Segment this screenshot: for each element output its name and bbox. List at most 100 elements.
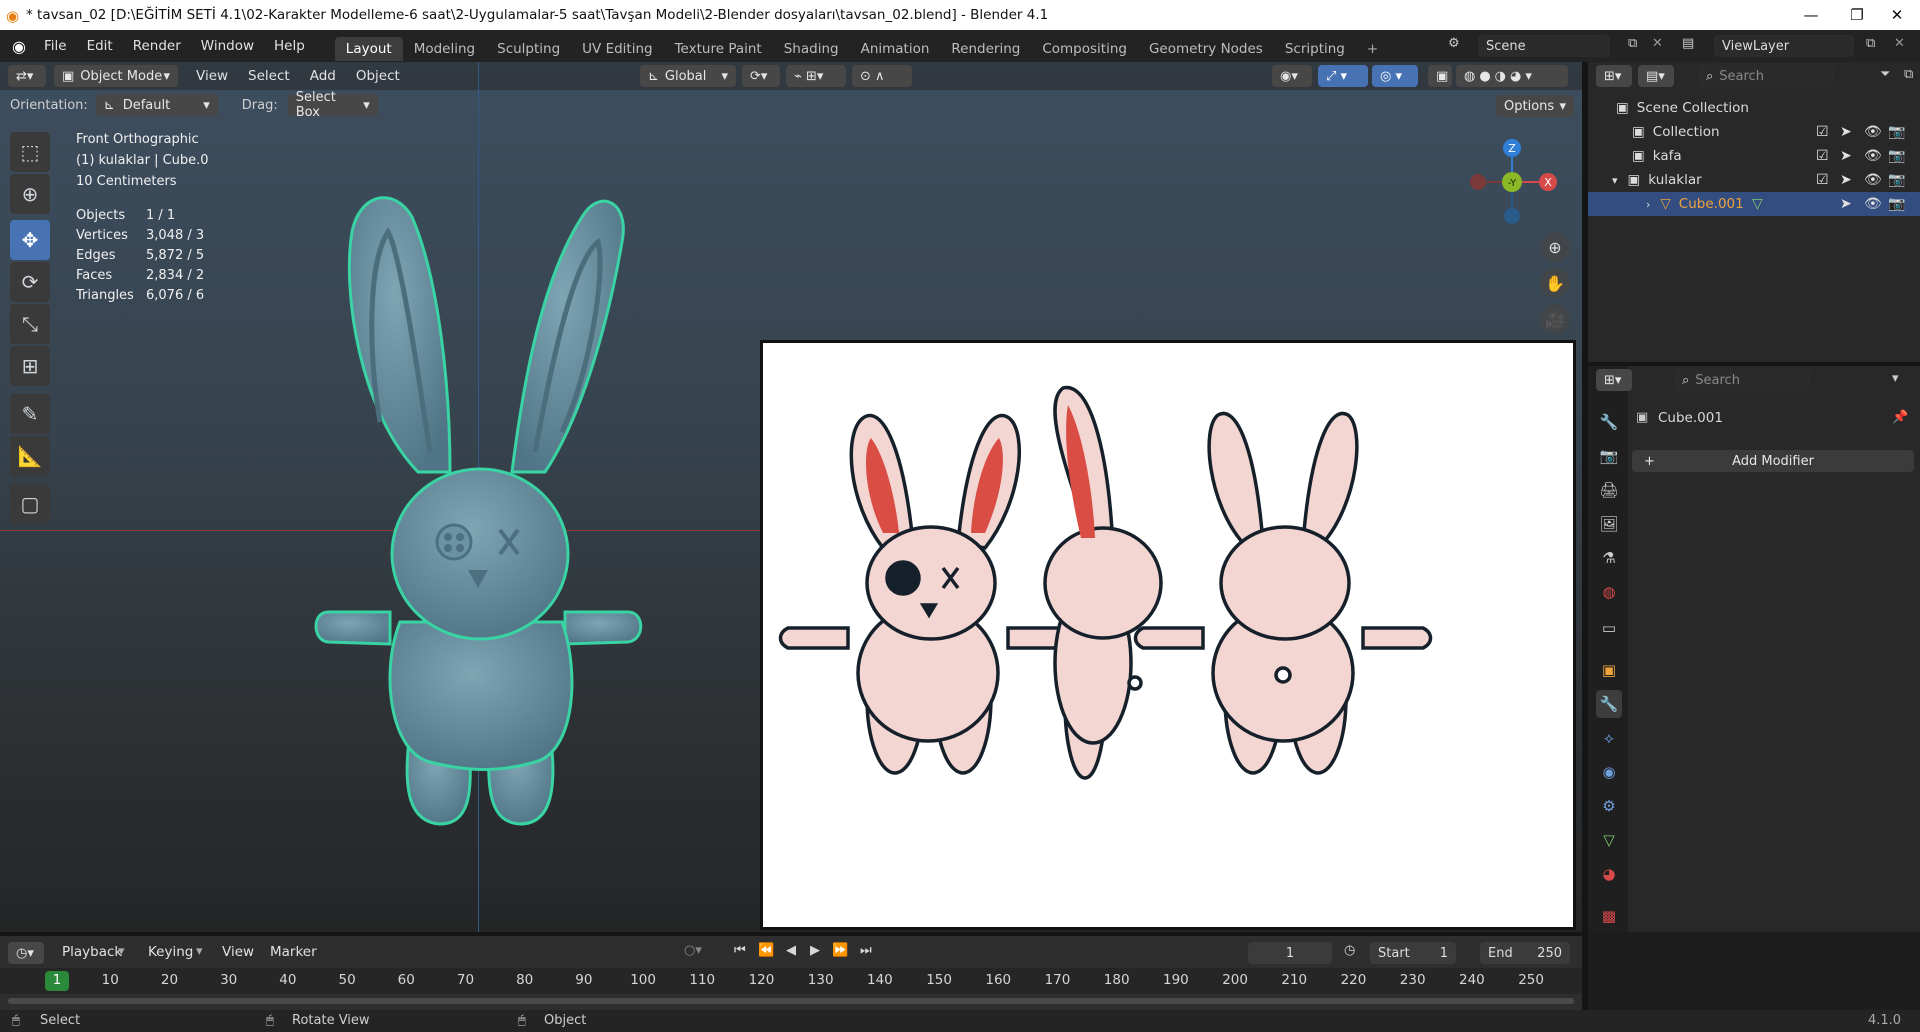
- viewlayer-field[interactable]: ViewLayer: [1714, 35, 1854, 57]
- prev-keyframe-icon[interactable]: ⏪: [758, 943, 774, 958]
- delete-scene-icon[interactable]: ✕: [1652, 36, 1663, 51]
- viewlayer-icon[interactable]: ▤: [1682, 36, 1694, 51]
- pivot-dropdown[interactable]: ⟳▾: [742, 65, 780, 87]
- render-camera-icon[interactable]: 📷: [1888, 124, 1905, 140]
- selectable-icon[interactable]: ➤: [1840, 196, 1852, 212]
- reference-image[interactable]: [760, 340, 1576, 930]
- tab-compositing[interactable]: Compositing: [1031, 37, 1138, 61]
- outliner-item-kafa[interactable]: ▣ kafa ☑ ➤ 👁 📷: [1588, 144, 1920, 168]
- measure-tool[interactable]: 📐: [10, 436, 50, 476]
- pan-hand-icon[interactable]: ✋: [1540, 268, 1570, 298]
- menu-render[interactable]: Render: [123, 38, 191, 54]
- menu-edit[interactable]: Edit: [77, 38, 123, 54]
- timeline-scrollbar[interactable]: [8, 998, 1574, 1004]
- filter-icon[interactable]: ⏷: [1880, 67, 1890, 82]
- tab-shading[interactable]: Shading: [773, 37, 850, 61]
- current-frame-field[interactable]: 1: [1248, 942, 1332, 964]
- new-collection-icon[interactable]: ⧉: [1904, 67, 1913, 82]
- timeline-menu-view[interactable]: View: [212, 944, 264, 960]
- navigation-gizmo[interactable]: Z X -Y: [1464, 134, 1560, 230]
- timeline-menu-marker[interactable]: Marker: [260, 944, 327, 960]
- new-scene-icon[interactable]: ⧉: [1628, 36, 1637, 51]
- xray-toggle[interactable]: ▣: [1428, 65, 1452, 87]
- timeline-menu-keying[interactable]: Keying: [138, 944, 203, 960]
- tab-render-icon[interactable]: 📷: [1596, 442, 1622, 470]
- blender-menu-icon[interactable]: ◉: [12, 37, 26, 56]
- tab-output-icon[interactable]: 🖨: [1596, 476, 1622, 504]
- delete-viewlayer-icon[interactable]: ✕: [1894, 36, 1905, 51]
- tab-physics-icon[interactable]: ◉: [1596, 758, 1622, 786]
- tab-texture-icon[interactable]: ▩: [1596, 902, 1622, 930]
- cursor-tool[interactable]: ⊕: [10, 174, 50, 214]
- drag-dropdown[interactable]: Select Box ▾: [287, 90, 378, 120]
- tab-data-icon[interactable]: ▽: [1596, 826, 1622, 854]
- tab-object-icon[interactable]: ▣: [1596, 656, 1622, 684]
- gizmo-toggle[interactable]: ⤢ ▾: [1318, 65, 1368, 87]
- close-button[interactable]: ✕: [1874, 0, 1920, 30]
- options-dropdown[interactable]: Options ▾: [1496, 95, 1574, 117]
- render-camera-icon[interactable]: 📷: [1888, 196, 1905, 212]
- tab-modifiers-icon[interactable]: 🔧: [1596, 690, 1622, 718]
- tab-uv-editing[interactable]: UV Editing: [571, 37, 663, 61]
- outliner-display-mode[interactable]: ▤▾: [1638, 65, 1674, 87]
- include-checkbox[interactable]: ☑: [1816, 148, 1829, 164]
- move-tool[interactable]: ✥: [10, 220, 50, 260]
- outliner-item-collection[interactable]: ▣ Collection ☑ ➤ 👁 📷: [1588, 120, 1920, 144]
- viewport-menu-select[interactable]: Select: [238, 68, 300, 84]
- timeline-editor-type[interactable]: ◷▾: [8, 942, 44, 964]
- transform-orientation-dropdown[interactable]: ⊾ Global ▾: [640, 65, 736, 87]
- annotate-tool[interactable]: ✎: [10, 394, 50, 434]
- shading-modes[interactable]: ◍●◑◕▾: [1456, 65, 1568, 87]
- tab-material-icon[interactable]: ◕: [1596, 860, 1622, 888]
- timeline-panel[interactable]: ◷▾ Playback ▾ Keying ▾ View Marker ○▾ ⏮ …: [0, 936, 1582, 1012]
- tab-collection-icon[interactable]: ▭: [1596, 614, 1622, 642]
- tab-particles-icon[interactable]: ⟡: [1596, 724, 1622, 752]
- outliner-item-kulaklar[interactable]: ▾ ▣ kulaklar ☑ ➤ 👁 📷: [1588, 168, 1920, 192]
- tab-scripting[interactable]: Scripting: [1274, 37, 1356, 61]
- orientation-dropdown[interactable]: ⊾ Default ▾: [95, 94, 218, 116]
- properties-search[interactable]: ⌕ Search: [1674, 369, 1810, 391]
- render-camera-icon[interactable]: 📷: [1888, 172, 1905, 188]
- add-workspace-icon[interactable]: +: [1356, 37, 1389, 61]
- play-icon[interactable]: ▶: [810, 943, 820, 958]
- clock-icon[interactable]: ◷: [1344, 943, 1355, 958]
- outliner-search[interactable]: ⌕ Search: [1698, 65, 1834, 87]
- jump-start-icon[interactable]: ⏮: [734, 943, 746, 958]
- tab-scene-icon[interactable]: ⚗: [1596, 544, 1622, 572]
- proportional-edit-toggle[interactable]: ⊙ ∧: [852, 65, 912, 87]
- select-box-tool[interactable]: ⬚: [10, 132, 50, 172]
- outliner-editor-type[interactable]: ⊞▾: [1596, 65, 1632, 87]
- auto-keying-icon[interactable]: ○▾: [684, 943, 702, 958]
- add-modifier-button[interactable]: + Add Modifier: [1632, 450, 1914, 472]
- selectable-icon[interactable]: ➤: [1840, 124, 1852, 140]
- rotate-tool[interactable]: ⟳: [10, 262, 50, 302]
- properties-editor-type[interactable]: ⊞▾: [1596, 369, 1632, 391]
- viewport-menu-add[interactable]: Add: [300, 68, 346, 84]
- expand-chevron-icon[interactable]: ›: [1646, 198, 1650, 211]
- visibility-dropdown[interactable]: ◉▾: [1272, 65, 1312, 87]
- zoom-icon[interactable]: ⊕: [1540, 232, 1570, 262]
- eye-icon[interactable]: 👁: [1864, 148, 1882, 164]
- tab-view-layer-icon[interactable]: 🖼: [1596, 510, 1622, 538]
- viewport-menu-object[interactable]: Object: [346, 68, 410, 84]
- menu-help[interactable]: Help: [264, 38, 315, 54]
- 3d-viewport[interactable]: ⇄▾ ▣ Object Mode ▾ View Select Add Object…: [0, 62, 1582, 932]
- scene-field[interactable]: Scene: [1478, 35, 1610, 57]
- minimize-button[interactable]: —: [1788, 0, 1834, 30]
- new-viewlayer-icon[interactable]: ⧉: [1866, 36, 1875, 51]
- editor-type-dropdown[interactable]: ⇄▾: [8, 65, 46, 87]
- next-keyframe-icon[interactable]: ⏩: [832, 943, 848, 958]
- snap-toggle[interactable]: ⌁ ⊞▾: [786, 65, 846, 87]
- tab-world-icon[interactable]: ◍: [1596, 578, 1622, 606]
- tab-layout[interactable]: Layout: [334, 37, 403, 61]
- jump-end-icon[interactable]: ⏭: [860, 943, 872, 958]
- eye-icon[interactable]: 👁: [1864, 196, 1882, 212]
- scale-tool[interactable]: ⤡: [10, 304, 50, 344]
- outliner-item-cube-001[interactable]: › ▽ Cube.001 ▽ ➤ 👁 📷: [1588, 192, 1920, 216]
- eye-icon[interactable]: 👁: [1864, 124, 1882, 140]
- menu-window[interactable]: Window: [191, 38, 264, 54]
- add-cube-tool[interactable]: ▢: [10, 484, 50, 524]
- selectable-icon[interactable]: ➤: [1840, 172, 1852, 188]
- bunny-mesh[interactable]: [300, 172, 660, 832]
- end-frame-field[interactable]: End 250: [1480, 942, 1570, 964]
